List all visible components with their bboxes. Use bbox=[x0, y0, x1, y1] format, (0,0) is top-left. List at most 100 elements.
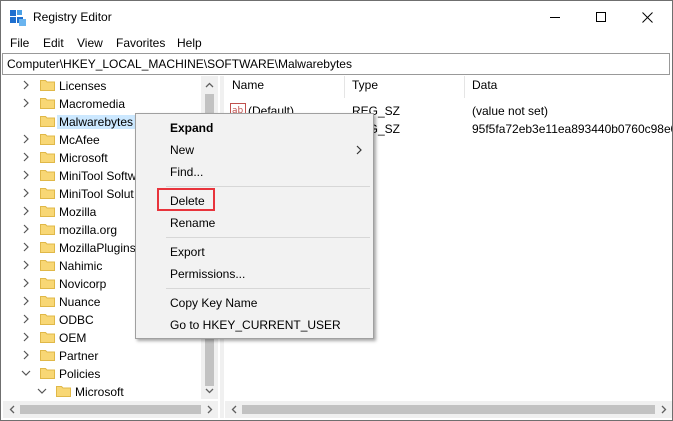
context-menu-label: New bbox=[170, 143, 195, 157]
maximize-button[interactable] bbox=[578, 1, 624, 33]
tree-item[interactable]: Microsoft bbox=[3, 382, 217, 399]
menu-separator bbox=[166, 237, 370, 238]
delete-highlight-box bbox=[157, 188, 215, 211]
context-menu-export[interactable]: Export bbox=[137, 241, 372, 262]
chevron-right-icon[interactable] bbox=[21, 206, 31, 216]
menu-help[interactable]: Help bbox=[177, 36, 202, 50]
context-menu-new[interactable]: New bbox=[137, 139, 372, 160]
folder-icon bbox=[40, 242, 55, 253]
submenu-arrow-icon bbox=[356, 145, 362, 155]
values-hscroll-thumb[interactable] bbox=[242, 405, 655, 414]
tree-item-label: Partner bbox=[59, 349, 99, 363]
tree-item-label: Mozilla bbox=[59, 205, 97, 219]
chevron-right-icon[interactable] bbox=[21, 350, 31, 360]
tree-item-label: mozilla.org bbox=[59, 223, 118, 237]
chevron-right-icon[interactable] bbox=[21, 224, 31, 234]
tree-item[interactable]: Partner bbox=[3, 346, 217, 364]
menu-edit[interactable]: Edit bbox=[43, 36, 64, 50]
scroll-left-button[interactable] bbox=[225, 401, 242, 418]
folder-icon bbox=[40, 134, 55, 145]
context-menu-expand[interactable]: Expand bbox=[137, 117, 372, 138]
menu-separator bbox=[166, 288, 370, 289]
chevron-down-icon[interactable] bbox=[21, 368, 31, 378]
address-path: Computer\HKEY_LOCAL_MACHINE\SOFTWARE\Mal… bbox=[7, 57, 352, 71]
context-menu-label: Go to HKEY_CURRENT_USER bbox=[170, 318, 341, 332]
scroll-down-button[interactable] bbox=[201, 382, 218, 399]
folder-icon bbox=[40, 116, 55, 127]
folder-icon bbox=[40, 170, 55, 181]
scroll-up-button[interactable] bbox=[201, 76, 218, 93]
tree-item-label: MozillaPlugins bbox=[59, 241, 136, 255]
chevron-up-icon bbox=[205, 82, 214, 87]
minimize-icon bbox=[549, 16, 560, 18]
tree-item-label: Policies bbox=[59, 367, 101, 381]
chevron-right-icon[interactable] bbox=[21, 278, 31, 288]
minimize-button[interactable] bbox=[532, 1, 578, 33]
chevron-right-icon[interactable] bbox=[21, 188, 31, 198]
menu-favorites[interactable]: Favorites bbox=[116, 36, 165, 50]
folder-icon bbox=[56, 386, 71, 397]
address-bar[interactable]: Computer\HKEY_LOCAL_MACHINE\SOFTWARE\Mal… bbox=[2, 53, 670, 75]
context-menu-label: Copy Key Name bbox=[170, 296, 258, 310]
value-data: 95f5fa72eb3e11ea893440b0760c98e0 bbox=[472, 122, 673, 136]
title-bar: Registry Editor bbox=[1, 1, 672, 33]
chevron-down-icon[interactable] bbox=[37, 386, 47, 396]
tree-item-label: MiniTool Solut bbox=[59, 187, 134, 201]
column-divider[interactable] bbox=[464, 76, 465, 98]
folder-icon bbox=[40, 188, 55, 199]
folder-icon bbox=[40, 224, 55, 235]
folder-icon bbox=[40, 98, 55, 109]
folder-icon bbox=[40, 260, 55, 271]
chevron-down-icon bbox=[205, 388, 214, 393]
context-menu-go-to-hkey-current-user[interactable]: Go to HKEY_CURRENT_USER bbox=[137, 314, 372, 335]
registry-editor-window: Registry Editor File Edit View Favorites… bbox=[0, 0, 673, 421]
tree-hscroll-thumb[interactable] bbox=[20, 405, 201, 414]
chevron-right-icon[interactable] bbox=[21, 332, 31, 342]
column-header-type[interactable]: Type bbox=[352, 78, 378, 98]
chevron-right-icon[interactable] bbox=[21, 152, 31, 162]
chevron-right-icon[interactable] bbox=[21, 170, 31, 180]
context-menu-label: Expand bbox=[170, 121, 214, 135]
chevron-right-icon[interactable] bbox=[21, 134, 31, 144]
column-divider[interactable] bbox=[344, 76, 345, 98]
chevron-right-icon[interactable] bbox=[21, 242, 31, 252]
column-header-data[interactable]: Data bbox=[472, 78, 497, 98]
chevron-right-icon[interactable] bbox=[21, 296, 31, 306]
chevron-right-icon[interactable] bbox=[21, 98, 31, 108]
tree-item-label: Licenses bbox=[59, 79, 107, 93]
menu-file[interactable]: File bbox=[10, 36, 29, 50]
folder-icon bbox=[40, 80, 55, 91]
folder-icon bbox=[40, 296, 55, 307]
folder-icon bbox=[40, 368, 55, 379]
folder-icon bbox=[40, 332, 55, 343]
tree-item[interactable]: Macromedia bbox=[3, 94, 217, 112]
context-menu: Expand New Find... Delete Rename Export Permis… bbox=[135, 113, 374, 339]
column-header-name[interactable]: Name bbox=[232, 78, 264, 98]
window-title: Registry Editor bbox=[33, 10, 112, 24]
tree-item-label: Macromedia bbox=[59, 97, 126, 111]
context-menu-find[interactable]: Find... bbox=[137, 161, 372, 182]
context-menu-label: Find... bbox=[170, 165, 204, 179]
values-horizontal-scrollbar[interactable] bbox=[225, 401, 672, 418]
tree-item[interactable]: Licenses bbox=[3, 76, 217, 94]
menu-view[interactable]: View bbox=[77, 36, 103, 50]
tree-item-label: MiniTool Softw bbox=[59, 169, 137, 183]
tree-item-label: Nuance bbox=[59, 295, 101, 309]
chevron-right-icon[interactable] bbox=[21, 314, 31, 324]
tree-item[interactable]: Policies bbox=[3, 364, 217, 382]
scroll-right-button[interactable] bbox=[655, 401, 672, 418]
close-button[interactable] bbox=[624, 1, 670, 33]
context-menu-permissions[interactable]: Permissions... bbox=[137, 263, 372, 284]
chevron-right-icon[interactable] bbox=[21, 260, 31, 270]
scroll-left-button[interactable] bbox=[3, 401, 20, 418]
chevron-right-icon bbox=[661, 405, 666, 414]
menu-separator bbox=[166, 186, 370, 187]
chevron-right-icon[interactable] bbox=[21, 80, 31, 90]
tree-item-label: OEM bbox=[59, 331, 87, 345]
context-menu-copy-key-name[interactable]: Copy Key Name bbox=[137, 292, 372, 313]
scroll-right-button[interactable] bbox=[201, 401, 218, 418]
context-menu-rename[interactable]: Rename bbox=[137, 212, 372, 233]
tree-horizontal-scrollbar[interactable] bbox=[3, 401, 218, 418]
tree-item-label: Novicorp bbox=[59, 277, 107, 291]
tree-item-label: Nahimic bbox=[59, 259, 103, 273]
